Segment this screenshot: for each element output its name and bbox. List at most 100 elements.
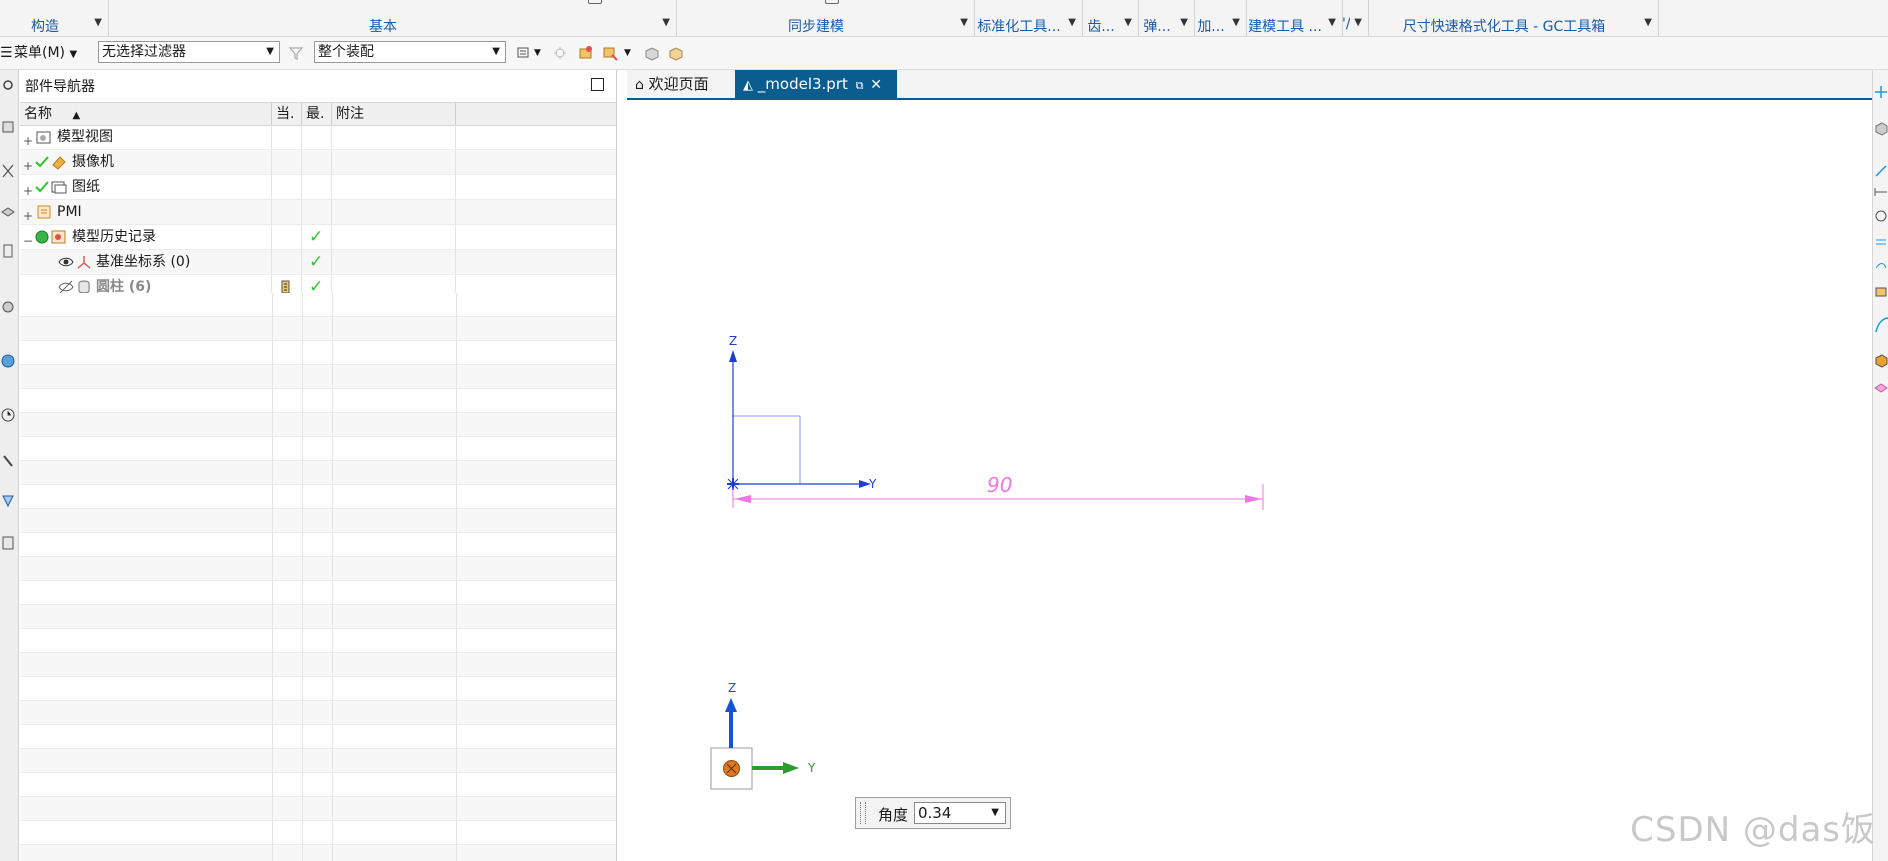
empty-cell [456,150,616,174]
tab-label: _model3.prt [757,75,848,93]
ribbon-group-label: '/. [1342,16,1350,32]
ribbon-group-label: 弹... [1143,19,1171,35]
graphics-window[interactable]: Z Y 90 Z Y [627,100,1872,861]
column-header-current[interactable]: 当. [272,103,302,125]
datum-axis-z[interactable] [729,350,737,484]
chevron-down-icon[interactable]: ▼ [662,17,670,28]
process-studio-icon[interactable] [0,452,16,470]
selection-filter-dropdown[interactable]: 无选择过滤器 ▼ [98,41,280,63]
tree-node-model-history[interactable]: − 模型历史记录 ✓ [20,225,616,250]
current-feature-marker-icon [281,280,290,294]
chevron-down-icon[interactable]: ▼ [1180,17,1188,28]
chevron-down-icon[interactable]: ▼ [94,17,102,28]
home-icon: ⌂ [635,77,644,93]
history-icon[interactable] [0,298,16,316]
ribbon-group-spring[interactable]: 弹... ▼ [1138,0,1195,36]
latest-cell [302,150,332,174]
note-cell [332,125,456,149]
drawing-sheet-icon [51,181,67,194]
ribbon-group-gc-toolbox[interactable]: 尺寸快速格式化工具 - GC工具箱 ▼ [1368,0,1659,36]
latest-cell [302,200,332,224]
ribbon-group-add[interactable]: 加... ▼ [1194,0,1247,36]
ribbon-group-sync-modeling[interactable]: 同步建模 ▼ [676,0,975,36]
tab-model-part[interactable]: ◭ _model3.prt ⧉ ✕ [735,70,897,98]
chevron-down-icon[interactable]: ▼ [960,17,968,28]
chevron-down-icon[interactable]: ▼ [1232,17,1240,28]
tree-node-model-views[interactable]: + 模型视图 [20,125,616,150]
filter-funnel-icon[interactable] [288,45,304,61]
roles-icon[interactable] [0,492,16,510]
tree-node-name-cell: + 模型视图 [20,125,272,149]
ribbon-group-label: 同步建模 [788,19,844,35]
current-cell [272,225,302,249]
system-materials-icon[interactable] [0,534,16,552]
ribbon-group-construct[interactable]: 构造 ▼ [0,0,109,36]
ribbon-group-label: 构造 [31,19,59,35]
sort-ascending-icon[interactable]: ▲ [72,110,80,121]
tree-node-name-cell: + 摄像机 [20,150,272,174]
ribbon-group-standard-tools[interactable]: 标准化工具... ▼ [974,0,1083,36]
tab-undock-icon[interactable]: ⧉ [856,79,864,92]
angle-value-input[interactable]: 0.34 ▼ [914,802,1006,824]
ribbon-tool-icon[interactable] [588,0,602,4]
menu-button[interactable]: 菜单(M) ▼ [14,42,77,64]
tree-node-pmi[interactable]: + PMI [20,200,616,225]
hide-component-icon[interactable] [668,45,684,61]
chevron-down-icon[interactable]: ▼ [991,803,999,823]
empty-cell [456,200,616,224]
note-cell [332,200,456,224]
eye-visible-icon[interactable] [58,254,74,270]
selection-scope-dropdown[interactable]: 整个装配 ▼ [314,41,506,63]
tree-node-drawings[interactable]: + 图纸 [20,175,616,200]
ribbon-group-label: 基本 [369,19,397,35]
snap-point-icon[interactable] [552,45,568,61]
reuse-library-icon[interactable] [0,242,16,260]
dimension-value: 90 [987,473,1012,497]
column-header-name[interactable]: 名称 ▲ [20,103,272,125]
menu-icon[interactable]: ☰ [0,42,13,64]
chevron-down-icon[interactable]: ▼ [1354,17,1362,28]
constraint-navigator-icon[interactable] [0,202,16,220]
tree-node-cameras[interactable]: + 摄像机 [20,150,616,175]
chevron-down-icon[interactable]: ▼ [1328,17,1336,28]
current-cell [272,125,302,149]
column-header-note[interactable]: 附注 [332,103,456,125]
chevron-down-icon[interactable]: ▼ [624,42,631,64]
show-component-icon[interactable] [644,45,660,61]
document-tab-bar: ⌂ 欢迎页面 ◭ _model3.prt ⧉ ✕ [627,70,1872,100]
tree-node-label: 模型视图 [57,129,113,145]
settings-icon[interactable] [0,76,16,94]
select-body-icon[interactable] [602,45,618,61]
part-navigator-icon[interactable] [0,118,16,136]
empty-cell [456,225,616,249]
chevron-down-icon[interactable]: ▼ [1644,17,1652,28]
type-filter-icon[interactable] [516,45,532,61]
note-cell [332,225,456,249]
navigator-tree: + 模型视图 + 摄像机 + 图纸 + PMI − 模型历史记录 ✓ 基准坐标系… [20,125,616,300]
ribbon-group-label: 标准化工具... [977,19,1061,35]
web-browser-icon[interactable] [0,352,16,370]
chevron-down-icon[interactable]: ▼ [1068,17,1076,28]
tree-node-name-cell: + PMI [20,200,272,224]
chevron-down-icon[interactable]: ▼ [1124,17,1132,28]
ribbon-tool-icon[interactable] [825,0,839,4]
drag-handle[interactable] [860,802,866,824]
ribbon-group-misc[interactable]: '/. ▼ [1342,0,1369,36]
maximize-icon[interactable] [591,78,604,91]
sketch-rectangle[interactable] [733,415,801,485]
ribbon-group-gear[interactable]: 齿... ▼ [1082,0,1139,36]
chevron-down-icon[interactable]: ▼ [534,42,541,64]
tree-node-datum-csys[interactable]: 基准坐标系 (0) ✓ [20,250,616,275]
clock-icon[interactable] [0,406,16,424]
close-icon[interactable]: ✕ [870,77,882,93]
ribbon-group-modeling-tools[interactable]: 建模工具 ... ▼ [1246,0,1343,36]
right-toolbar-icons[interactable] [1874,82,1888,402]
datum-axis-y[interactable] [733,480,871,488]
column-header-latest[interactable]: 最. [302,103,332,125]
watermark: CSDN @das饭 [1630,810,1876,850]
view-triad[interactable] [710,698,799,790]
select-feature-icon[interactable] [578,45,594,61]
tab-welcome-page[interactable]: ⌂ 欢迎页面 [627,70,735,98]
assembly-navigator-icon[interactable] [0,162,16,180]
ribbon-group-basic[interactable]: 基本 ▼ [108,0,677,36]
